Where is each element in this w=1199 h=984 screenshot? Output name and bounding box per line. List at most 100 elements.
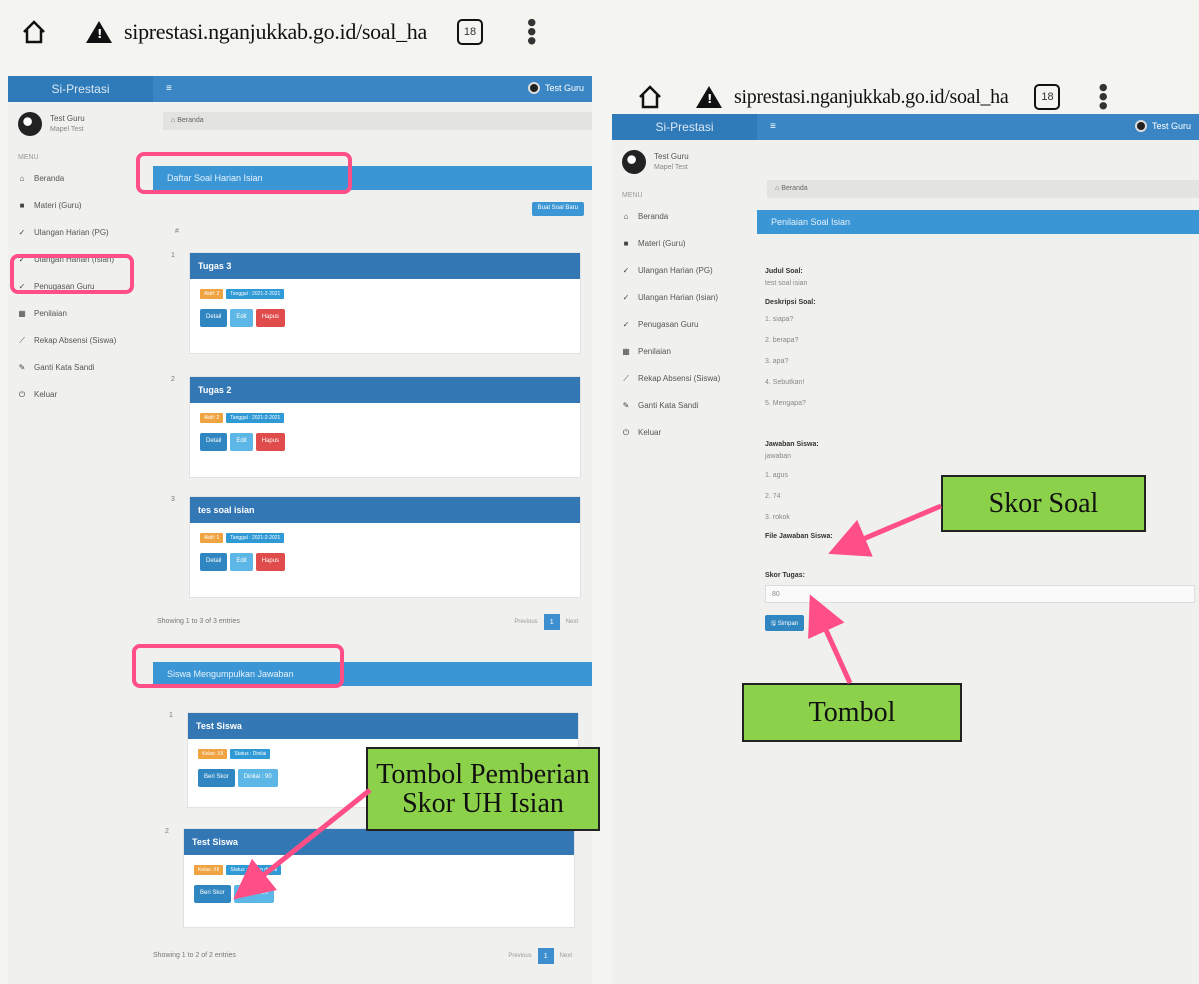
edit-button[interactable]: Edit [230,553,253,571]
tab-count-button[interactable]: 18 [456,19,483,45]
grid-icon: ▦ [18,309,26,318]
sidebar-profile: Test Guru Mapel Test [612,140,757,184]
question-item: 5. Mengapa? [765,400,806,407]
user-menu[interactable]: Test Guru [1134,120,1191,132]
sidebar: Test Guru Mapel Test MENU ⌂ Beranda ■ Mater… [8,102,153,984]
menu-header: MENU [622,192,643,199]
power-icon: ⏻ [622,427,630,437]
sidebar-item-beranda[interactable]: ⌂ Beranda [612,203,757,230]
sidebar-item-keluar[interactable]: ⏻ Keluar [612,419,757,446]
sidebar-item-materi[interactable]: ■ Materi (Guru) [8,192,153,219]
status-badge: Aktif: 2 [200,413,224,423]
card-title: Tugas 2 [190,377,580,403]
more-menu-icon[interactable]: ••• [1088,83,1118,110]
delete-button[interactable]: Hapus [255,309,286,327]
breadcrumb[interactable]: ⌂ Beranda [767,180,1199,198]
question-item: 3. apa? [765,358,789,365]
next-page-button[interactable]: Next [566,619,578,625]
profile-role: Mapel Test [654,163,688,171]
top-navbar: Si-Prestasi ≡ Test Guru [8,76,592,102]
check-icon: ✓ [622,320,630,329]
warning-icon[interactable]: ! [86,21,112,43]
left-screenshot: Si-Prestasi ≡ Test Guru Test Guru Mapel T… [8,76,592,984]
entries-info: Showing 1 to 3 of 3 entries [157,618,240,625]
brand-logo[interactable]: Si-Prestasi [612,114,757,140]
page-1-button[interactable]: 1 [537,948,554,964]
warning-icon[interactable]: ! [696,86,722,108]
sidebar-item-materi[interactable]: ■ Materi (Guru) [612,230,757,257]
tab-count-button[interactable]: 18 [1034,84,1061,110]
next-page-button[interactable]: Next [560,953,572,959]
power-icon: ⏻ [18,389,26,399]
address-bar-left: ! siprestasi.nganjukkab.go.id/soal_ha 18… [20,10,547,54]
row-number: 2 [165,828,169,835]
class-badge: Kelas: XII [194,865,224,875]
student-answer-intro: jawaban [765,453,792,460]
question-item: 4. Sebutkan! [765,379,805,386]
detail-button[interactable]: Detail [200,309,228,327]
chart-icon: ⟋ [19,335,25,345]
user-menu[interactable]: Test Guru [527,82,584,94]
sidebar-item-ganti-sandi[interactable]: ✎ Ganti Kata Sandi [612,392,757,419]
class-badge: Kelas: XII [198,749,228,759]
question-title-value: test soal isian [765,280,808,287]
row-number: 3 [171,496,175,503]
row-number: 1 [169,712,173,719]
sidebar-item-rekap[interactable]: ⟋ Rekap Absensi (Siswa) [612,365,757,392]
answer-card: Test Siswa Kelas: XII Status : Belum dini… [183,828,575,928]
save-button[interactable]: 🖫 Simpan [765,615,805,631]
top-navbar: Si-Prestasi ≡ Test Guru [612,114,1199,140]
folder-icon: ■ [623,239,629,248]
hamburger-icon[interactable]: ≡ [166,83,172,94]
give-score-button[interactable]: Beri Skor [194,885,231,903]
student-answer-label: Jawaban Siswa: [765,441,819,448]
give-score-button[interactable]: Beri Skor [198,769,235,787]
check-icon: ✓ [18,228,26,237]
sidebar-item-beranda[interactable]: ⌂ Beranda [8,165,153,192]
detail-button[interactable]: Detail [200,553,228,571]
sidebar-item-ulangan-pg[interactable]: ✓ Ulangan Harian (PG) [8,219,153,246]
hamburger-icon[interactable]: ≡ [770,121,776,132]
add-question-button[interactable]: Buat Soal Baru [531,202,584,216]
more-menu-icon[interactable]: ••• [517,18,547,45]
url-field[interactable]: siprestasi.nganjukkab.go.id/soal_ha [124,19,427,45]
key-icon: ✎ [18,363,26,372]
detail-button[interactable]: Detail [200,433,228,451]
date-badge: Tanggal : 2021-2-2021 [226,533,285,543]
cancel-link[interactable]: Batal [812,620,828,627]
sidebar-item-ulangan-isian[interactable]: ✓ Ulangan Harian (Isian) [612,284,757,311]
brand-logo[interactable]: Si-Prestasi [8,76,153,102]
sidebar-item-keluar[interactable]: ⏻ Keluar [8,381,153,408]
home-icon[interactable] [636,83,664,111]
callout-tombol: Tombol [742,683,962,742]
breadcrumb[interactable]: ⌂ Beranda [163,112,592,130]
sidebar-item-ulangan-pg[interactable]: ✓ Ulangan Harian (PG) [612,257,757,284]
sidebar-item-rekap[interactable]: ⟋ Rekap Absensi (Siswa) [8,327,153,354]
prev-page-button[interactable]: Previous [514,619,537,625]
question-desc-label: Deskripsi Soal: [765,299,816,306]
entries-info: Showing 1 to 2 of 2 entries [153,952,236,959]
home-icon: ⌂ [19,174,25,183]
key-icon: ✎ [622,401,630,410]
delete-button[interactable]: Hapus [255,553,286,571]
delete-button[interactable]: Hapus [255,433,286,451]
edit-button[interactable]: Edit [230,309,253,327]
home-icon[interactable] [20,18,48,46]
question-card: Tugas 3 Aktif: 3 Tanggal : 2021-2-2021 De… [189,252,581,354]
edit-button[interactable]: Edit [230,433,253,451]
chart-icon: ⟋ [623,373,629,383]
sidebar-item-penugasan[interactable]: ✓ Penugasan Guru [612,311,757,338]
url-field[interactable]: siprestasi.nganjukkab.go.id/soal_ha [734,86,1009,109]
score-input[interactable]: 80 [765,585,1195,603]
sidebar-item-ganti-sandi[interactable]: ✎ Ganti Kata Sandi [8,354,153,381]
page-1-button[interactable]: 1 [543,614,560,630]
score-button[interactable]: Dinilai : 90 [237,769,278,787]
sidebar-item-penilaian[interactable]: ▦ Penilaian [8,300,153,327]
score-button[interactable]: Dinilai : 90 [233,885,274,903]
profile-name: Test Guru [50,113,85,123]
highlight-menu-isian [10,254,134,294]
status-badge: Status : Dinilai [230,749,271,759]
prev-page-button[interactable]: Previous [508,953,531,959]
sidebar-item-penilaian[interactable]: ▦ Penilaian [612,338,757,365]
row-number: 2 [171,376,175,383]
